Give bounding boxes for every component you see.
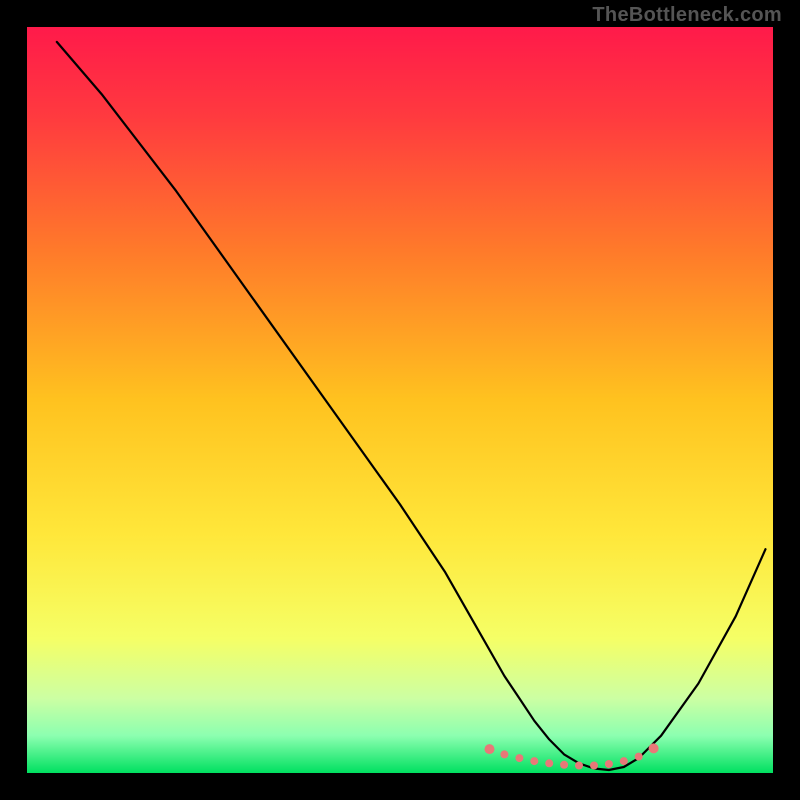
min-dot <box>560 761 568 769</box>
min-dot <box>575 762 583 770</box>
min-dot <box>545 759 553 767</box>
min-dot <box>515 754 523 762</box>
min-dot <box>620 757 628 765</box>
watermark-text: TheBottleneck.com <box>592 4 782 27</box>
min-dot <box>635 753 643 761</box>
min-dot <box>500 750 508 758</box>
chart-container: TheBottleneck.com <box>0 0 800 800</box>
min-dot <box>485 744 495 754</box>
min-dot <box>649 743 659 753</box>
bottleneck-chart <box>0 0 800 800</box>
min-dot <box>590 762 598 770</box>
min-dot <box>605 760 613 768</box>
plot-background <box>27 27 773 773</box>
min-dot <box>530 757 538 765</box>
